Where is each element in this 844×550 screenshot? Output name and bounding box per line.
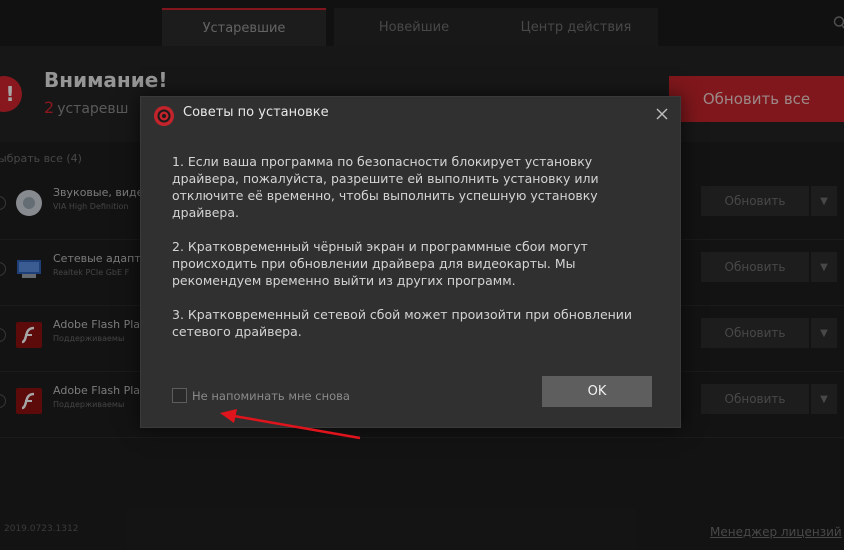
tip-paragraph: 2. Кратковременный чёрный экран и програ…	[172, 239, 588, 288]
app-logo-icon	[154, 106, 174, 126]
tip-paragraph: 3. Кратковременный сетевой сбой может пр…	[172, 307, 633, 339]
dialog-title: Советы по установке	[183, 105, 329, 120]
tip-paragraph: 1. Если ваша программа по безопасности б…	[172, 154, 599, 220]
dont-remind-label[interactable]: Не напоминать мне снова	[192, 389, 350, 403]
dont-remind-checkbox[interactable]	[172, 388, 187, 403]
install-tips-dialog: Советы по установке 1. Если ваша програм…	[140, 96, 681, 428]
ok-button[interactable]: OK	[542, 376, 652, 407]
close-icon[interactable]	[654, 106, 670, 122]
dialog-body: 1. Если ваша программа по безопасности б…	[172, 153, 642, 357]
